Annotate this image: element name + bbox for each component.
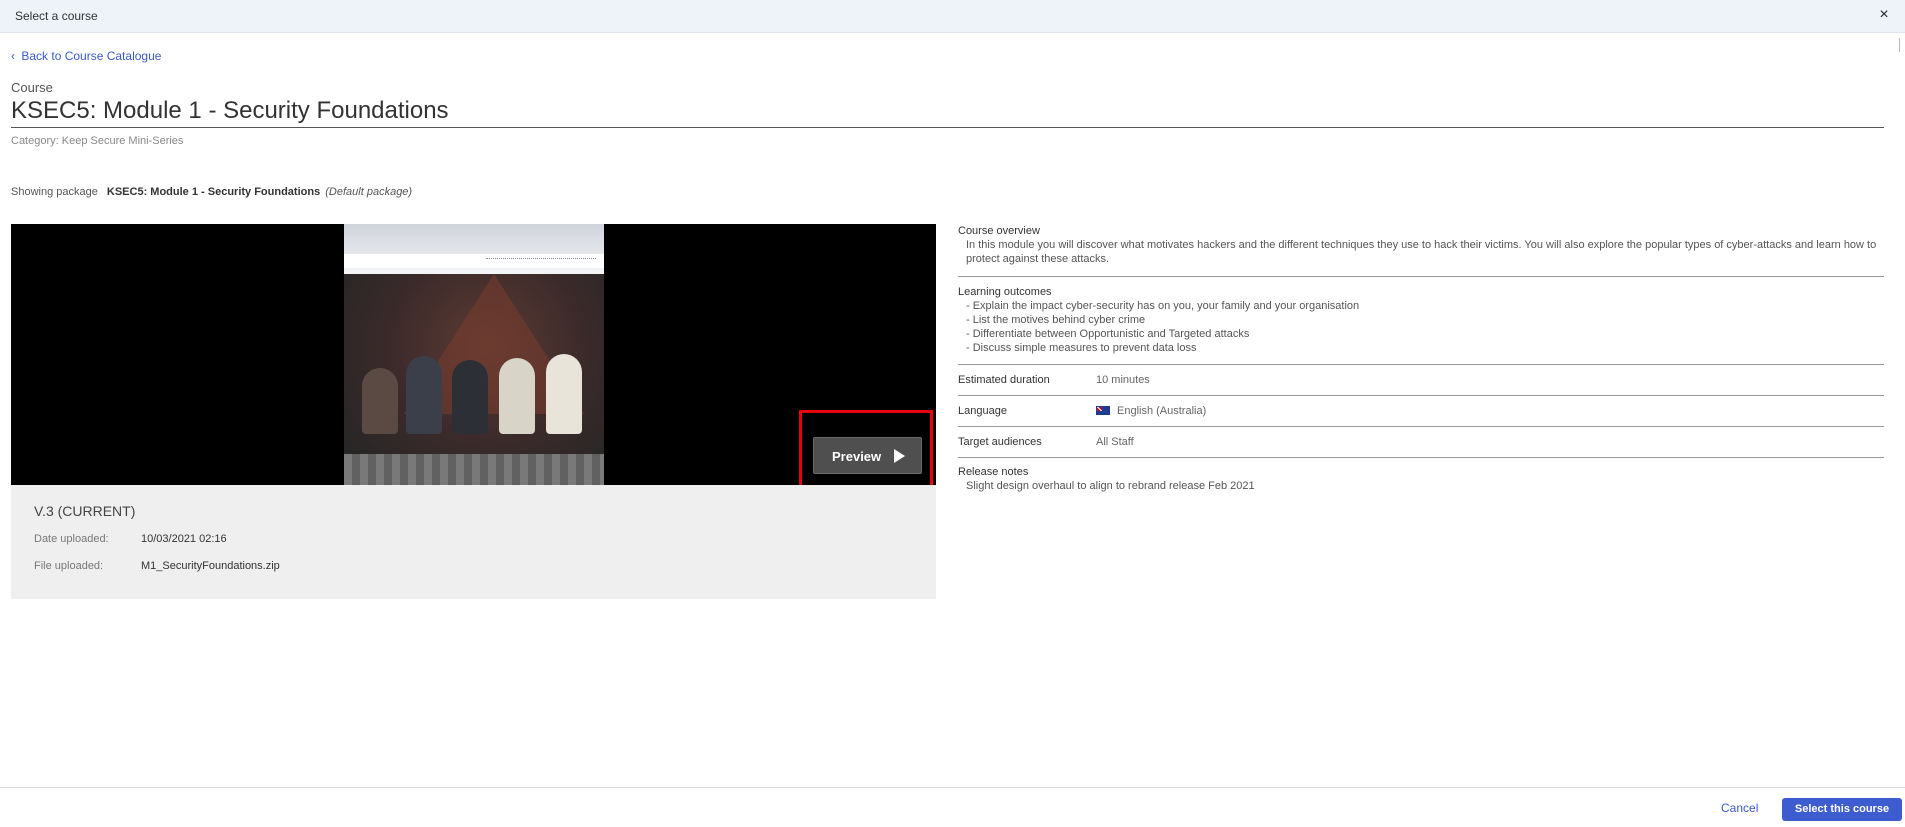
- target-audiences-label: Target audiences: [958, 436, 1042, 448]
- release-notes-section: Release notes Slight design overhaul to …: [958, 458, 1884, 493]
- preview-button[interactable]: Preview: [813, 437, 922, 474]
- learning-outcomes-section: Learning outcomes - Explain the impact c…: [958, 277, 1884, 365]
- date-uploaded-label: Date uploaded:: [34, 533, 109, 545]
- target-audiences-row: Target audiences All Staff: [958, 427, 1884, 458]
- estimated-duration-value: 10 minutes: [1096, 374, 1150, 386]
- chevron-left-icon: ‹: [11, 49, 15, 63]
- package-default-note: (Default package): [325, 186, 413, 198]
- language-row: Language English (Australia): [958, 396, 1884, 427]
- file-uploaded-label: File uploaded:: [34, 560, 104, 572]
- cancel-button[interactable]: Cancel: [1721, 801, 1758, 815]
- dialog-title: Select a course: [15, 9, 98, 23]
- course-overview-text: In this module you will discover what mo…: [966, 239, 1877, 265]
- learning-outcome-item: - Explain the impact cyber-security has …: [966, 300, 1360, 312]
- course-category: Category: Keep Secure Mini-Series: [11, 135, 184, 147]
- estimated-duration-label: Estimated duration: [958, 374, 1050, 386]
- australia-flag-icon: [1096, 406, 1110, 415]
- language-label: Language: [958, 405, 1007, 417]
- play-icon: [894, 449, 905, 463]
- package-label: Showing package: [11, 186, 98, 198]
- estimated-duration-row: Estimated duration 10 minutes: [958, 365, 1884, 396]
- preview-button-label: Preview: [832, 449, 882, 464]
- back-link-label: Back to Course Catalogue: [21, 49, 162, 63]
- course-overview-heading: Course overview: [958, 225, 1040, 237]
- course-thumbnail: [344, 224, 604, 485]
- dialog-titlebar: Select a course ×: [0, 0, 1905, 33]
- learning-outcome-item: - Discuss simple measures to prevent dat…: [966, 342, 1197, 354]
- release-notes-text: Slight design overhaul to align to rebra…: [966, 480, 1255, 492]
- back-to-catalogue-link[interactable]: ‹ Back to Course Catalogue: [11, 49, 161, 63]
- course-preview-player: [11, 224, 936, 485]
- version-panel: V.3 (CURRENT) Date uploaded: 10/03/2021 …: [11, 485, 936, 599]
- target-audiences-value: All Staff: [1096, 436, 1134, 448]
- dialog-footer: Cancel Select this course: [0, 787, 1905, 827]
- course-kicker: Course: [11, 80, 53, 95]
- version-title: V.3 (CURRENT): [34, 503, 136, 519]
- close-icon[interactable]: ×: [1875, 5, 1893, 25]
- date-uploaded-value: 10/03/2021 02:16: [141, 533, 227, 545]
- thumbnail-characters: [354, 354, 594, 434]
- package-row: Showing package KSEC5: Module 1 - Securi…: [11, 186, 412, 198]
- course-overview-section: Course overview In this module you will …: [958, 224, 1884, 277]
- page-title: KSEC5: Module 1 - Security Foundations: [11, 97, 1884, 128]
- learning-outcome-item: - Differentiate between Opportunistic an…: [966, 328, 1250, 340]
- package-name: KSEC5: Module 1 - Security Foundations: [106, 186, 321, 198]
- release-notes-heading: Release notes: [958, 466, 1029, 478]
- learning-outcome-item: - List the motives behind cyber crime: [966, 314, 1146, 326]
- course-details: Course overview In this module you will …: [958, 224, 1884, 493]
- language-value: English (Australia): [1117, 405, 1207, 417]
- select-course-button[interactable]: Select this course: [1782, 798, 1902, 821]
- file-uploaded-value: M1_SecurityFoundations.zip: [141, 560, 280, 572]
- scrollbar-handle[interactable]: [1899, 38, 1905, 52]
- learning-outcomes-heading: Learning outcomes: [958, 286, 1052, 298]
